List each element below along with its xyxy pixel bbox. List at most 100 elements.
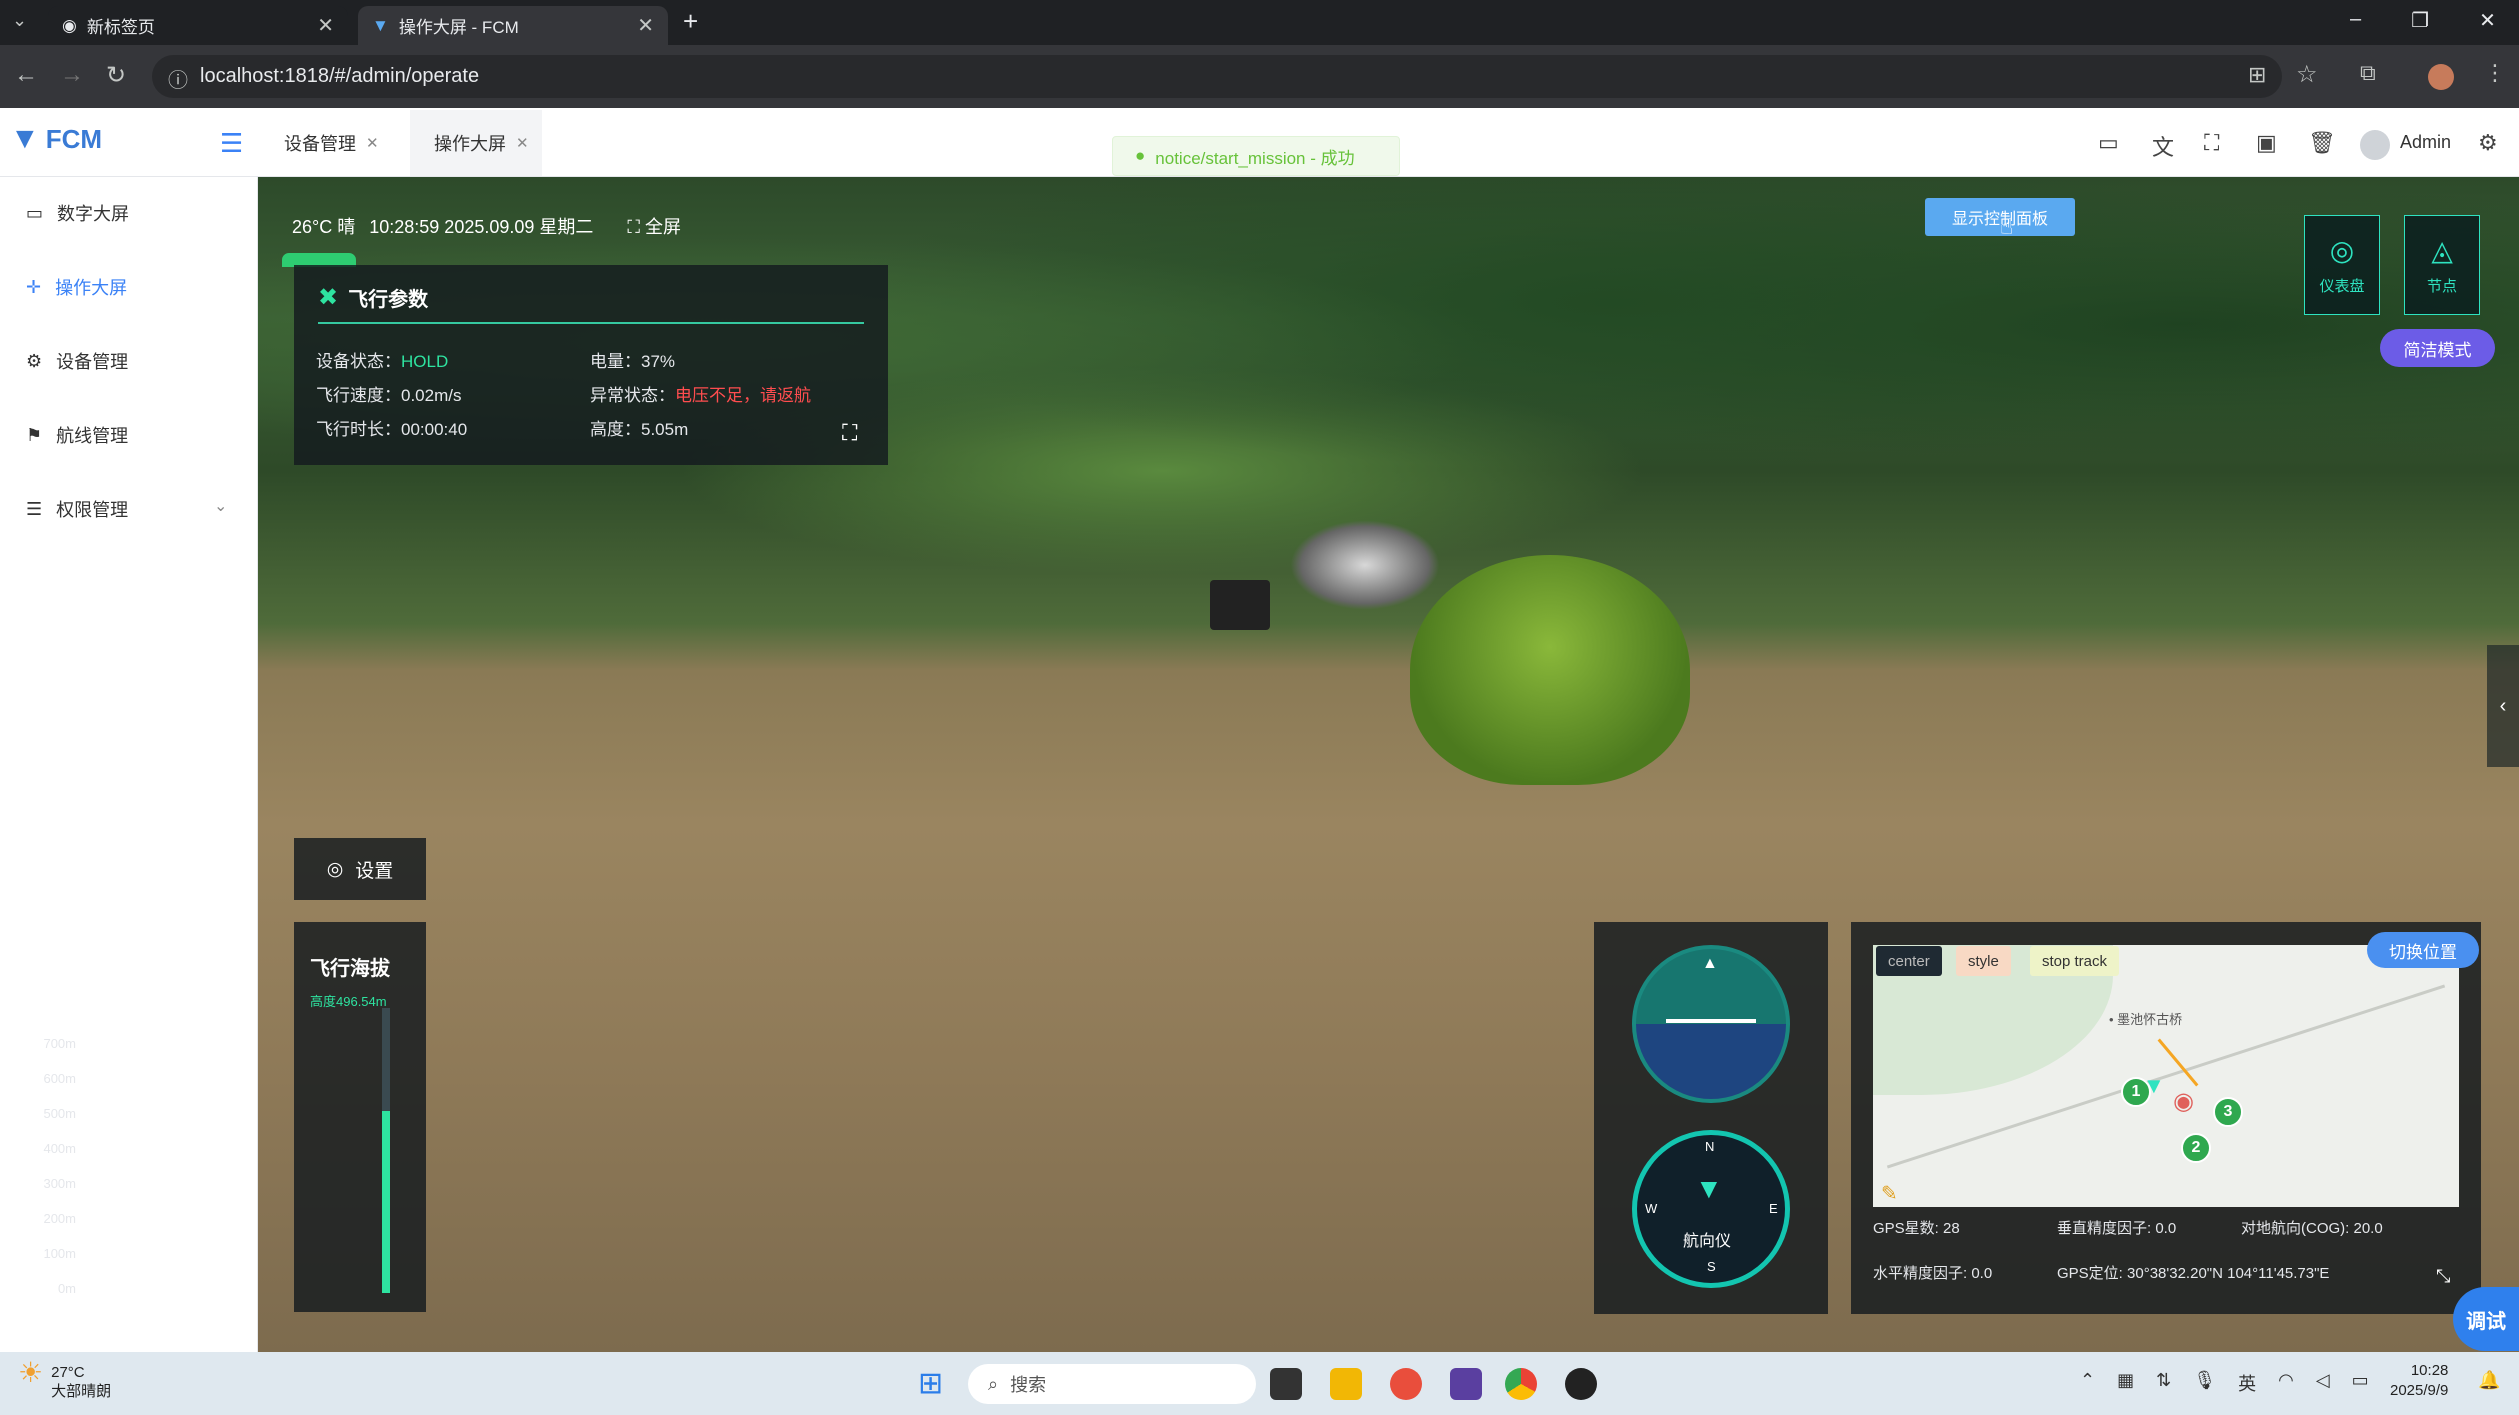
pointer-triangle-icon: ▲ [1702,955,1718,972]
address-bar[interactable]: ⓘ localhost:1818/#/admin/operate [152,55,2282,98]
taskbar-weather[interactable]: ☀ 27°C 大部晴朗 [18,1359,112,1401]
ime-icon[interactable]: 英 [2238,1370,2256,1396]
translate-icon[interactable]: ⊞ [2248,62,2266,88]
tab-label: 设备管理 [284,134,356,154]
terminal-icon[interactable]: ▣ [2256,130,2277,156]
bookmark-star-icon[interactable]: ☆ [2296,60,2318,89]
profile-avatar[interactable] [2428,64,2454,90]
new-tab-icon[interactable]: + [683,6,698,37]
map-view[interactable]: • 墨池怀古桥 ▼ ◉ 1 2 3 ✎ [1873,945,2459,1207]
map-center-button[interactable]: center [1876,946,1942,976]
settings-button[interactable]: ◎ 设置 [294,838,426,900]
app-tab-operate[interactable]: 操作大屏 ✕ [434,130,529,156]
device-status: 设备状态：HOLD [316,347,448,372]
gps-count: GPS星数: 28 [1873,1220,1960,1237]
fullscreen-toggle[interactable]: ⛶ 全屏 [627,213,681,239]
clock-date: 2025/9/9 [2390,1382,2449,1399]
close-icon[interactable]: ✕ [366,134,379,152]
language-icon[interactable]: 文 [2152,130,2174,162]
system-tray: ⌃ ▦ ⇅ 🎙 英 ◠ ◁ ▭ [2080,1370,2369,1396]
monitor-icon: ▭ [26,202,44,223]
collapse-side-handle[interactable]: ‹ [2487,645,2519,767]
vdop: 垂直精度因子: 0.0 [2057,1220,2177,1237]
window-close-icon[interactable]: ✕ [2479,8,2496,33]
task-view-icon[interactable] [1270,1368,1302,1400]
waypoint-marker[interactable]: 1 [2121,1077,2151,1107]
reload-icon[interactable]: ↻ [106,61,126,90]
user-name[interactable]: Admin [2400,132,2451,153]
app-icon[interactable] [1565,1368,1597,1400]
shrink-icon[interactable]: ⤡ [2436,1266,2450,1287]
sliders-icon: ☰ [26,498,43,519]
minimize-icon[interactable]: – [2350,8,2361,33]
altitude-tick: 100m [43,1246,76,1261]
battery: 电量：37% [590,347,675,372]
forward-icon[interactable]: → [60,61,84,89]
taskbar-search[interactable]: ⌕ 搜索 [968,1364,1256,1404]
sidebar-item-operate[interactable]: ✛ 操作大屏 [26,274,127,300]
trash-icon[interactable]: 🗑 [2308,130,2336,156]
sidebar-item-device[interactable]: ⚙ 设备管理 [26,348,128,374]
notification-icon[interactable]: 🔔 [2478,1370,2500,1391]
fullscreen-icon[interactable]: ⛶ [2204,130,2219,156]
height: 高度：5.05m [590,415,688,440]
sidebar-item-digital-screen[interactable]: ▭ 数字大屏 [26,200,129,226]
extensions-icon[interactable]: ⧉ [2360,60,2376,86]
switch-position-button[interactable]: 切换位置 [2367,932,2479,968]
close-icon[interactable]: ✕ [516,134,529,152]
settings-gear-icon[interactable]: ⚙ [2478,130,2498,156]
debug-button[interactable]: 调试 [2453,1287,2519,1351]
compass-indicator: N S E W ▼ 航向仪 [1632,1130,1790,1288]
restore-icon[interactable]: ❐ [2411,8,2429,33]
heading-arrow-icon: ▼ [1695,1173,1723,1204]
wifi-icon[interactable]: ◠ [2278,1370,2294,1396]
expand-icon[interactable]: ⛶ [842,420,857,446]
altitude-tick: 600m [43,1071,76,1086]
menu-toggle-icon[interactable]: ☰ [220,128,243,159]
back-icon[interactable]: ← [14,61,38,89]
tray-app-icon[interactable]: ▦ [2117,1370,2134,1396]
window-controls: – ❐ ✕ [2350,8,2496,33]
app-icon[interactable] [1390,1368,1422,1400]
browser-tab-active[interactable]: ▼ 操作大屏 - FCM ✕ [358,6,668,45]
windows-start-icon[interactable]: ⊞ [918,1366,943,1401]
label: 高度： [590,420,641,439]
close-icon[interactable]: ✕ [637,13,654,38]
sidebar-item-permission[interactable]: ☰ 权限管理 [26,496,128,522]
simple-mode-button[interactable]: 简洁模式 [2380,329,2495,367]
waypoint-marker[interactable]: 2 [2181,1133,2211,1163]
chrome-taskbar-icon[interactable] [1505,1368,1537,1400]
video-cart [1210,580,1270,630]
chevron-up-icon[interactable]: ⌃ [2080,1370,2095,1396]
close-icon[interactable]: ✕ [317,13,334,38]
value: 电压不足，请返航 [675,386,811,405]
dashboard-button[interactable]: ◎ 仪表盘 [2304,215,2380,315]
weather-desc: 大部晴朗 [51,1383,112,1400]
map-stop-track-button[interactable]: stop track [2030,946,2120,976]
map-style-button[interactable]: style [1956,946,2011,976]
screen-icon[interactable]: ▭ [2098,130,2119,156]
taskbar-clock[interactable]: 10:28 2025/9/9 [2390,1361,2448,1401]
node-button[interactable]: ◬ 节点 [2404,215,2480,315]
altitude-panel: 飞行海拔 高度496.54m [294,922,426,1312]
site-info-icon[interactable]: ⓘ [168,64,188,93]
microphone-icon[interactable]: 🎙 [2193,1370,2216,1396]
browser-tab-new[interactable]: ◉ 新标签页 ✕ [48,6,348,45]
tab-list-icon[interactable]: ⌄ [12,10,27,31]
compass-east: E [1769,1201,1778,1216]
app-tab-device[interactable]: 设备管理 ✕ [284,130,379,156]
volume-icon[interactable]: ◁ [2316,1370,2330,1396]
tray-app-icon[interactable]: ⇅ [2156,1370,2171,1396]
value: 0.02m/s [401,386,462,405]
sidebar-item-route[interactable]: ⚑ 航线管理 [26,422,128,448]
user-avatar[interactable] [2360,130,2390,160]
chevron-down-icon[interactable]: ⌄ [214,496,227,516]
browser-menu-icon[interactable]: ⋮ [2484,60,2506,86]
app-logo[interactable]: ▼ FCM [10,122,102,156]
battery-icon[interactable]: ▭ [2352,1370,2369,1396]
horizon-line [1666,1019,1756,1023]
app-icon[interactable] [1450,1368,1482,1400]
clock-time: 10:28 [2410,1362,2449,1379]
waypoint-marker[interactable]: 3 [2213,1097,2243,1127]
file-explorer-icon[interactable] [1330,1368,1362,1400]
